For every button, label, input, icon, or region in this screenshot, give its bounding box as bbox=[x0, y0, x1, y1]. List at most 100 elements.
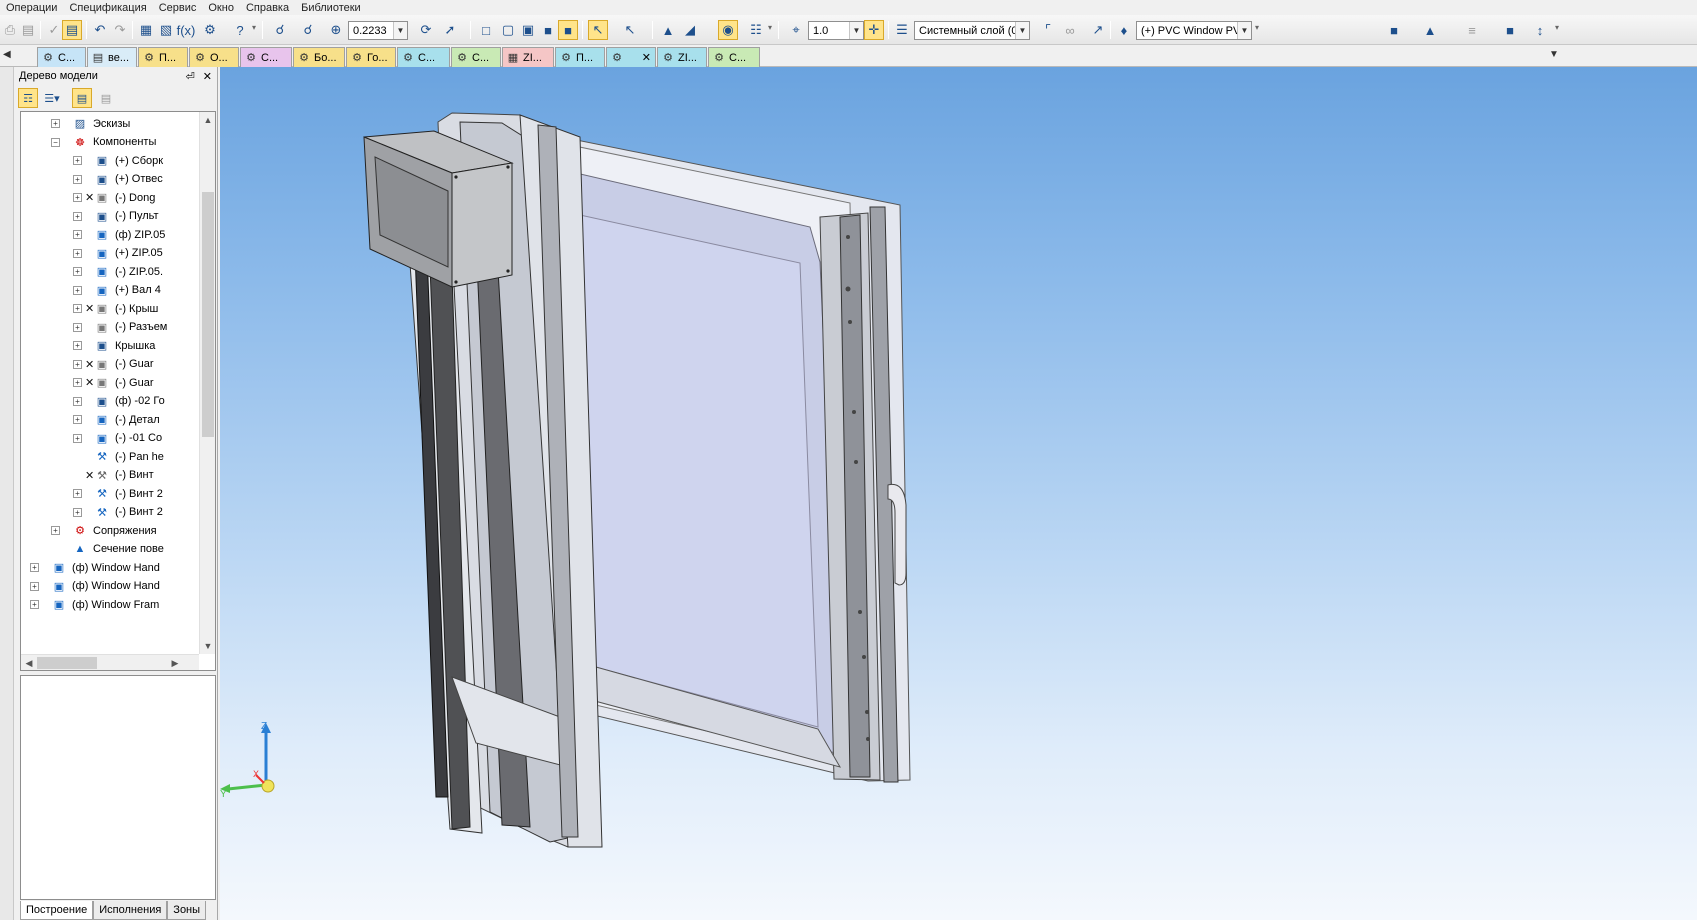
doc-tab-3[interactable]: ⚙ О... bbox=[189, 47, 239, 67]
expand-toggle-icon[interactable]: + bbox=[73, 267, 82, 276]
scroll-thumb-h[interactable] bbox=[37, 657, 97, 669]
scroll-right-icon[interactable]: ▶ bbox=[167, 655, 183, 670]
tree-item[interactable]: + ▣ (-) -01 Со bbox=[21, 429, 199, 448]
expand-toggle-icon[interactable]: + bbox=[51, 119, 60, 128]
tree-item[interactable]: + ▣ (ф) Window Fram bbox=[21, 595, 199, 614]
print-icon[interactable]: ⎙ bbox=[0, 20, 20, 40]
tree-item[interactable]: + ▣ (ф) Window Hand bbox=[21, 577, 199, 596]
tree-item[interactable]: + ▣ (+) Сборк bbox=[21, 151, 199, 170]
doc-tab-5[interactable]: ⚙ Бо... bbox=[293, 47, 345, 67]
tree-item[interactable]: + ▣ (-) Разъем bbox=[21, 318, 199, 337]
tree-item[interactable]: + ✕ ▣ (-) Guar bbox=[21, 355, 199, 374]
link-icon[interactable]: ∞ bbox=[1060, 20, 1080, 40]
scroll-left-icon[interactable]: ◀ bbox=[21, 655, 37, 670]
expand-toggle-icon[interactable]: + bbox=[73, 285, 82, 295]
redo-icon[interactable]: ↷ bbox=[110, 20, 130, 40]
expand-toggle-icon[interactable]: + bbox=[73, 304, 82, 313]
tree-doc-icon[interactable]: ▤ bbox=[72, 88, 92, 108]
material-combo[interactable]: (+) PVC Window PVC ▼ bbox=[1136, 21, 1252, 40]
coordinates-icon[interactable]: ⌜ bbox=[1038, 20, 1058, 40]
zoom-combo[interactable]: 0.2233 ▼ bbox=[348, 21, 408, 40]
step-combo[interactable]: 1.0 ▼ bbox=[808, 21, 864, 40]
doc-tab-13[interactable]: ⚙ С... bbox=[708, 47, 760, 67]
tabs-left-icon[interactable]: ◀ bbox=[3, 49, 11, 60]
tree-vertical-scrollbar[interactable]: ▲ ▼ bbox=[199, 112, 215, 654]
tree-item[interactable]: + ▣ (+) ZIP.05 bbox=[21, 244, 199, 263]
tab-versions[interactable]: Исполнения bbox=[93, 901, 168, 920]
doc-tab-2[interactable]: ⚙ П... bbox=[138, 47, 188, 67]
zoom-window-icon[interactable]: ☌ bbox=[270, 20, 290, 40]
expand-toggle-icon[interactable]: + bbox=[73, 396, 82, 406]
filter-icon[interactable]: ☷ bbox=[746, 20, 766, 40]
scroll-down-icon[interactable]: ▼ bbox=[200, 638, 215, 654]
expand-toggle-icon[interactable]: + bbox=[73, 489, 82, 498]
select-filter-icon[interactable]: ↖ bbox=[588, 20, 608, 40]
expand-toggle-icon[interactable]: + bbox=[73, 359, 82, 369]
layers-icon[interactable]: ☰ bbox=[892, 20, 912, 40]
menu-item-4[interactable]: Справка bbox=[240, 2, 295, 14]
rotate-icon[interactable]: ⟳ bbox=[416, 20, 436, 40]
print-preview-icon[interactable]: ▤ bbox=[18, 20, 38, 40]
stack-icon[interactable]: ≡ bbox=[1462, 20, 1482, 40]
show-all-icon[interactable]: ◉ bbox=[718, 20, 738, 40]
expand-toggle-icon[interactable]: + bbox=[73, 507, 82, 517]
close-icon[interactable]: ✕ bbox=[203, 70, 212, 83]
doc-tab-1[interactable]: ▤ ве... bbox=[87, 47, 137, 67]
expand-toggle-icon[interactable]: − bbox=[51, 137, 60, 147]
zoom-scale-icon[interactable]: ☌ bbox=[298, 20, 318, 40]
colors-icon[interactable]: ■ bbox=[1500, 20, 1520, 40]
section-view-icon[interactable]: ◢ bbox=[680, 20, 700, 40]
doc-tab-0[interactable]: ⚙ С... bbox=[37, 47, 86, 67]
tree-view-mode-icon[interactable]: ☰▾ bbox=[42, 88, 62, 108]
doc-tab-10[interactable]: ⚙ П... bbox=[555, 47, 605, 67]
help-pointer-icon[interactable]: ? bbox=[230, 20, 250, 40]
tab-construction[interactable]: Построение bbox=[20, 901, 94, 920]
tree-item[interactable]: + ⚒ (-) Винт 2 bbox=[21, 503, 199, 522]
scroll-thumb[interactable] bbox=[202, 192, 214, 437]
tree-doc-gray-icon[interactable]: ▤ bbox=[96, 88, 116, 108]
tree-item[interactable]: + ▣ (-) ZIP.05. bbox=[21, 262, 199, 281]
expand-toggle-icon[interactable]: + bbox=[73, 433, 82, 443]
close-tab-icon[interactable]: ✕ bbox=[642, 51, 651, 64]
doc-tab-9[interactable]: ▦ ZI... bbox=[502, 47, 554, 67]
dimension-icon[interactable]: ↗ bbox=[1088, 20, 1108, 40]
tabs-menu-icon[interactable]: ▼ bbox=[1549, 49, 1559, 60]
tree-item[interactable]: + ✕ ▣ (-) Крыш bbox=[21, 299, 199, 318]
tree-structure-icon[interactable]: ☶ bbox=[18, 88, 38, 108]
tree-item[interactable]: + ▣ (ф) -02 Го bbox=[21, 392, 199, 411]
menu-item-5[interactable]: Библиотеки bbox=[295, 2, 367, 14]
pin-icon[interactable]: ⏎ bbox=[186, 70, 195, 83]
expand-toggle-icon[interactable]: + bbox=[73, 174, 82, 184]
expand-toggle-icon[interactable]: + bbox=[73, 193, 82, 202]
tree-item[interactable]: ⚒ (-) Pan he bbox=[21, 447, 199, 466]
expand-toggle-icon[interactable]: + bbox=[30, 581, 39, 591]
tree-item[interactable]: + ▣ (+) Отвес bbox=[21, 170, 199, 189]
tree-item[interactable]: + ▣ (+) Вал 4 bbox=[21, 281, 199, 300]
expand-toggle-icon[interactable]: + bbox=[30, 563, 39, 572]
doc-tab-6[interactable]: ⚙ Го... bbox=[346, 47, 396, 67]
expand-toggle-icon[interactable]: + bbox=[73, 378, 82, 387]
expand-toggle-icon[interactable]: + bbox=[73, 341, 82, 350]
tree-item[interactable]: + ▣ Крышка bbox=[21, 336, 199, 355]
tree-item[interactable]: + ▣ (-) Детал bbox=[21, 410, 199, 429]
menu-item-3[interactable]: Окно bbox=[202, 2, 240, 14]
zoom-fit-icon[interactable]: ⊕ bbox=[326, 20, 346, 40]
menu-item-0[interactable]: Операции bbox=[0, 2, 63, 14]
tree-item[interactable]: + ▣ (ф) Window Hand bbox=[21, 558, 199, 577]
expand-toggle-icon[interactable]: + bbox=[73, 415, 82, 424]
formula-icon[interactable]: f(x) bbox=[176, 20, 196, 40]
tab-zones[interactable]: Зоны bbox=[167, 901, 207, 920]
tree-item[interactable]: + ▨ Эскизы bbox=[21, 114, 199, 133]
rebuild-icon[interactable]: ⚙ bbox=[200, 20, 220, 40]
wireframe-icon[interactable]: □ bbox=[476, 20, 496, 40]
3d-viewport[interactable]: Z Y X bbox=[220, 67, 1697, 920]
window-model[interactable] bbox=[220, 67, 1697, 920]
doc-tab-8[interactable]: ⚙ С... bbox=[451, 47, 501, 67]
shaded-icon[interactable]: ■ bbox=[538, 20, 558, 40]
hidden-thin-icon[interactable]: ▣ bbox=[518, 20, 538, 40]
doc-tab-11[interactable]: ⚙ ✕ bbox=[606, 47, 656, 67]
scroll-up-icon[interactable]: ▲ bbox=[200, 112, 215, 128]
perspective-icon[interactable]: ▲ bbox=[658, 20, 678, 40]
orient-icon[interactable]: ➚ bbox=[440, 20, 460, 40]
menu-item-1[interactable]: Спецификация bbox=[63, 2, 152, 14]
